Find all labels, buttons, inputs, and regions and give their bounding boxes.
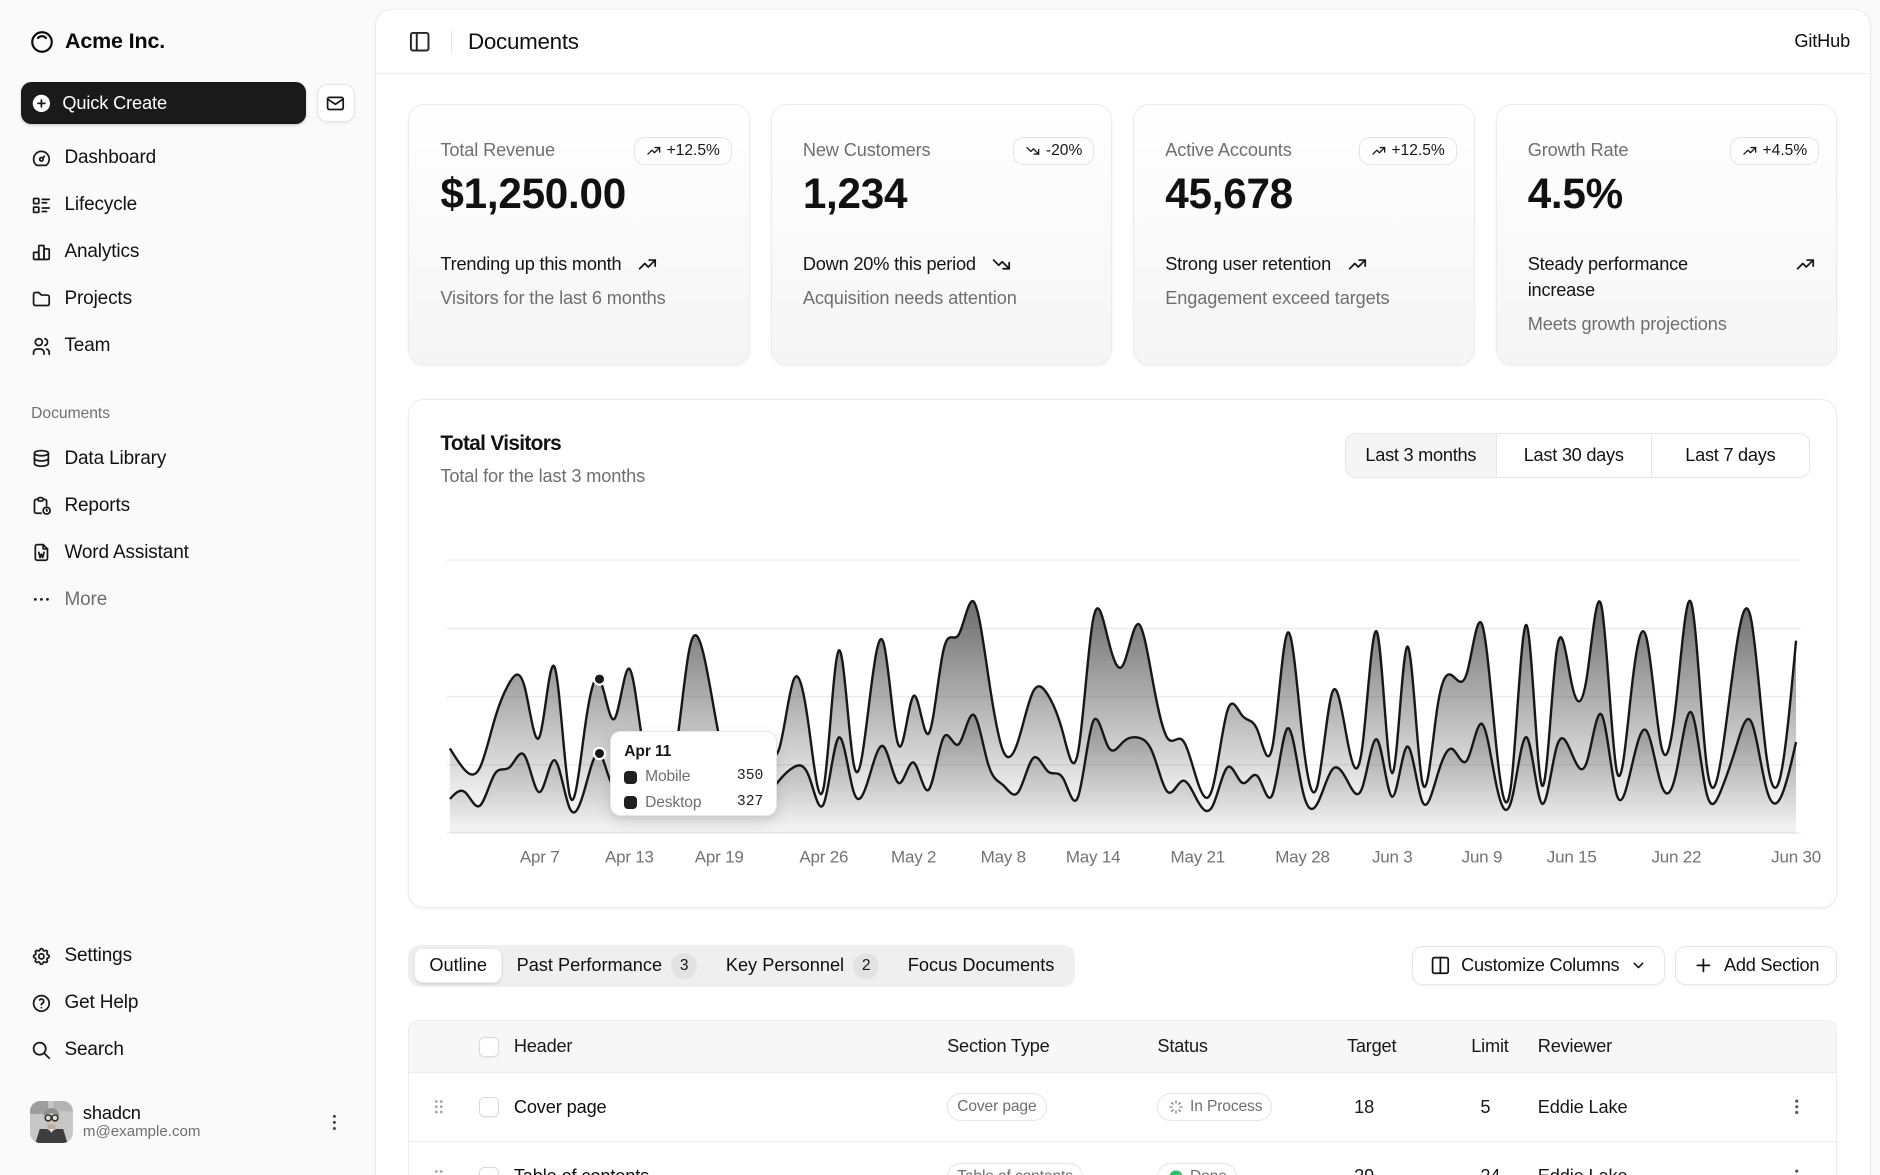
svg-text:May 21: May 21: [1171, 847, 1226, 866]
svg-text:Jun 15: Jun 15: [1547, 847, 1597, 866]
svg-text:Jun 9: Jun 9: [1462, 847, 1503, 866]
svg-text:Jun 22: Jun 22: [1652, 847, 1702, 866]
svg-text:Jun 3: Jun 3: [1372, 847, 1413, 866]
svg-text:Apr 13: Apr 13: [605, 847, 654, 866]
svg-text:Apr 7: Apr 7: [520, 847, 560, 866]
svg-text:May 2: May 2: [891, 847, 936, 866]
svg-text:Apr 26: Apr 26: [800, 847, 849, 866]
svg-text:Jun 30: Jun 30: [1771, 847, 1821, 866]
svg-text:May 8: May 8: [981, 847, 1026, 866]
svg-text:Apr 19: Apr 19: [695, 847, 744, 866]
svg-text:May 28: May 28: [1275, 847, 1330, 866]
svg-text:May 14: May 14: [1066, 847, 1121, 866]
